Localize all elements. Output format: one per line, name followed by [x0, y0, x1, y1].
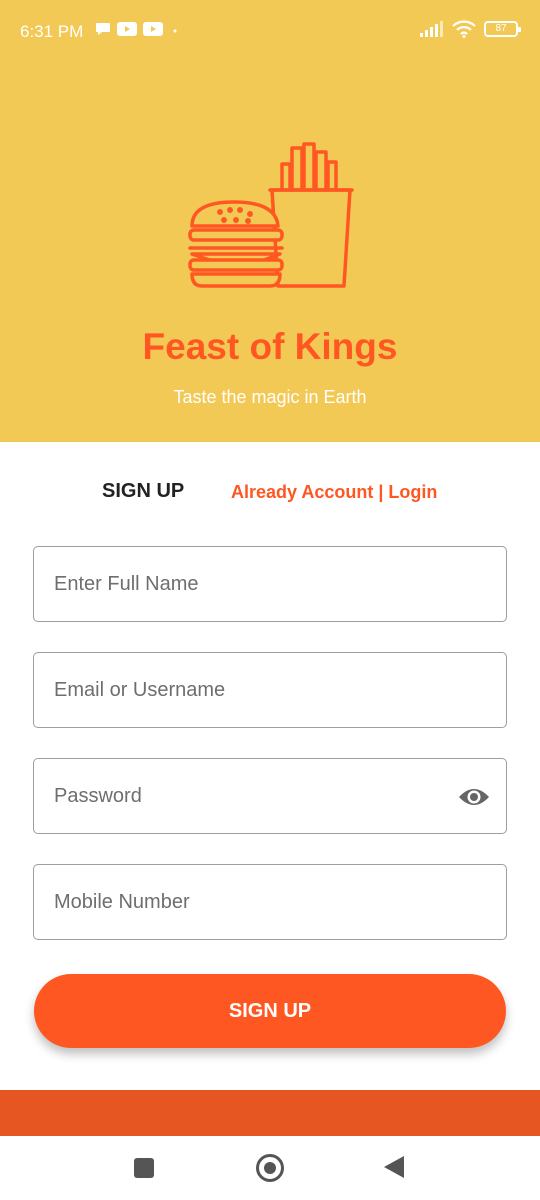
- youtube-icon: [117, 22, 137, 36]
- mobile-field[interactable]: [33, 864, 507, 940]
- triangle-back-icon[interactable]: [384, 1156, 404, 1178]
- system-icons: 87: [420, 20, 521, 38]
- eye-icon[interactable]: [458, 783, 490, 811]
- signup-button[interactable]: SIGN UP: [34, 974, 506, 1048]
- password-field[interactable]: [33, 758, 507, 834]
- battery-icon: 87: [484, 21, 521, 37]
- full-name-input[interactable]: [54, 547, 454, 621]
- app-title: Feast of Kings: [142, 326, 398, 367]
- wifi-icon: [452, 20, 476, 38]
- email-field[interactable]: [33, 652, 507, 728]
- login-link[interactable]: Already Account | Login: [231, 482, 437, 503]
- system-nav-bar: [0, 1136, 540, 1200]
- full-name-field[interactable]: [33, 546, 507, 622]
- status-bar: 6:31 PM 87: [0, 0, 540, 64]
- square-icon[interactable]: [134, 1158, 154, 1178]
- circle-icon[interactable]: [256, 1154, 284, 1182]
- youtube-icon: [143, 22, 163, 36]
- auth-tabs: SIGN UP Already Account | Login: [0, 478, 540, 508]
- header-banner: 6:31 PM 87 Feast of Kings Taste the magi…: [0, 0, 540, 442]
- chat-icon: [96, 23, 110, 35]
- password-input[interactable]: [54, 759, 454, 833]
- notification-icons: [95, 22, 181, 36]
- mobile-input[interactable]: [54, 865, 454, 939]
- app-tagline: Taste the magic in Earth: [173, 387, 367, 407]
- tab-signup[interactable]: SIGN UP: [102, 480, 184, 503]
- signal-icon: [420, 21, 443, 37]
- email-input[interactable]: [54, 653, 454, 727]
- status-time: 6:31 PM: [20, 22, 84, 41]
- dot-icon: [173, 29, 177, 33]
- bottom-band: [0, 1090, 540, 1136]
- burger-fries-icon: [188, 142, 354, 288]
